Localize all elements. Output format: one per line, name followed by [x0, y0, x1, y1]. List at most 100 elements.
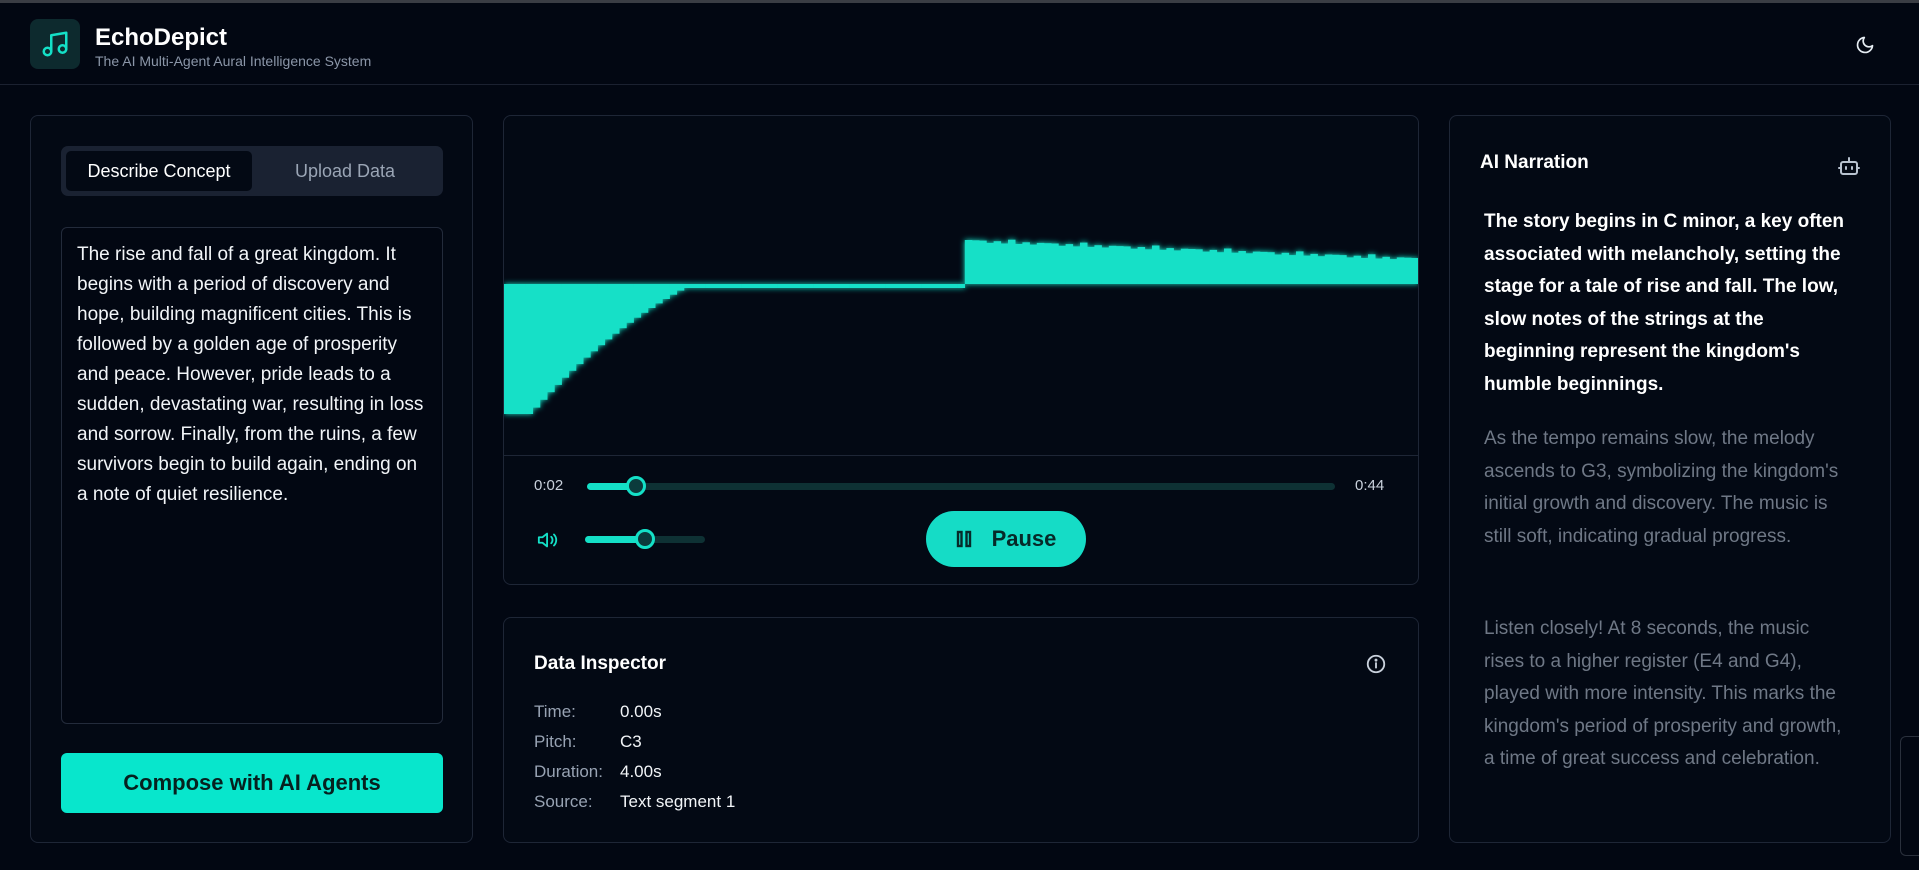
total-time: 0:44 [1355, 477, 1385, 494]
visualizer-bar [1173, 250, 1182, 284]
visualizer-bar [1324, 254, 1333, 284]
concept-textarea[interactable]: The rise and fall of a great kingdom. It… [61, 227, 443, 724]
theme-toggle-button[interactable] [1851, 31, 1879, 59]
inspector-label: Pitch: [534, 732, 577, 751]
info-button[interactable] [1365, 653, 1387, 675]
compose-button[interactable]: Compose with AI Agents [61, 753, 443, 813]
visualizer-bar [885, 284, 894, 288]
visualizer-bar [1332, 254, 1340, 284]
scrollbar-handle[interactable] [1900, 736, 1919, 856]
volume-thumb[interactable] [635, 529, 655, 549]
visualizer-bar [669, 284, 678, 295]
visualizer-bar [1260, 251, 1268, 284]
progress-slider[interactable] [587, 476, 1335, 496]
volume-slider[interactable] [585, 529, 705, 549]
visualizer-bar [979, 240, 987, 284]
visualizer-bar [1368, 254, 1376, 284]
visualizer-bar [518, 284, 526, 414]
visualizer-bar [900, 284, 908, 288]
visualizer-bar [633, 284, 642, 318]
moon-icon [1856, 36, 1874, 54]
visualizer-bar [554, 284, 562, 385]
tab-upload-data[interactable]: Upload Data [252, 151, 438, 191]
pause-button[interactable]: Pause [926, 511, 1086, 567]
visualizer-bar [1231, 252, 1239, 284]
visualizer-bar [1065, 244, 1074, 284]
inspector-label: Duration: [534, 762, 603, 781]
inspector-value: 0.00s [620, 702, 662, 721]
visualizer-bar [849, 284, 858, 288]
visualizer-bar [813, 284, 822, 288]
bot-icon [1838, 157, 1860, 175]
visualizer-bar [748, 284, 757, 288]
visualizer-bar [763, 284, 771, 288]
inspector-title: Data Inspector [534, 653, 666, 674]
visualizer-bar [511, 284, 519, 414]
visualizer-bar [561, 284, 570, 378]
visualizer-bar [576, 284, 584, 365]
visualizer-bar [1188, 249, 1196, 284]
visualizer-bar [597, 284, 606, 346]
input-mode-tabs: Describe Concept Upload Data [61, 146, 443, 196]
visualizer-divider [504, 455, 1418, 456]
player-panel: 0:02 0:44 Pause [503, 115, 1419, 585]
narration-bot-button[interactable] [1837, 154, 1861, 178]
narration-title: AI Narration [1480, 152, 1589, 173]
visualizer-bar [1137, 247, 1146, 284]
visualizer-bar [1317, 256, 1326, 284]
visualizer-bar [1029, 244, 1038, 284]
visualizer-bar [986, 242, 994, 284]
visualizer-bar [1346, 257, 1354, 284]
visualizer-bar [1382, 256, 1390, 284]
progress-thumb[interactable] [625, 476, 646, 496]
visualizer-bar [1000, 243, 1009, 284]
visualizer-bar [684, 284, 692, 288]
visualizer-bar [820, 284, 829, 288]
visualizer-bar [583, 284, 591, 358]
visualizer-bar [871, 284, 879, 288]
visualizer-bar [1072, 246, 1081, 284]
visualizer-bar [1159, 249, 1167, 284]
visualizer-bar [792, 284, 800, 288]
inspector-label: Time: [534, 702, 576, 721]
visualizer-bar [712, 284, 721, 288]
volume-button[interactable] [537, 529, 559, 551]
tab-describe-concept[interactable]: Describe Concept [66, 151, 252, 191]
visualizer-bar [972, 240, 980, 284]
visualizer-bar [1245, 253, 1254, 284]
visualizer-bar [1238, 251, 1246, 284]
visualizer-bar [1008, 239, 1016, 284]
inspector-row-time: Time: 0.00s [534, 702, 662, 722]
inspector-value: 4.00s [620, 762, 662, 781]
visualizer-bar [648, 284, 656, 308]
inspector-row-source: Source: Text segment 1 [534, 792, 735, 812]
visualizer-bar [734, 284, 742, 288]
visualizer-bar [568, 284, 577, 371]
visualizer-bar [590, 284, 598, 352]
visualizer-bar [943, 284, 951, 288]
visualizer-bar [1051, 243, 1059, 284]
visualizer-bar [964, 240, 973, 284]
visualizer-bar [547, 284, 555, 393]
visualizer-bar [612, 284, 620, 334]
visualizer-bar [1310, 253, 1318, 284]
visualizer-bar [1252, 251, 1261, 284]
visualizer-bar [604, 284, 613, 340]
visualizer-bar [741, 284, 750, 288]
visualizer-bar [907, 284, 915, 288]
visualizer-bar [532, 284, 541, 408]
visualizer-bar [777, 284, 786, 288]
visualizer-bar [691, 284, 699, 288]
visualizer-bar [1094, 245, 1102, 284]
visualizer-bar [784, 284, 793, 288]
visualizer-bar [1152, 245, 1160, 284]
visualizer-bar [1058, 245, 1066, 284]
visualizer-bar [842, 284, 850, 288]
visualizer-bar [856, 284, 865, 288]
visualizer-bar [1404, 257, 1412, 284]
visualizer-bar [1166, 248, 1174, 284]
visualizer-bar [540, 284, 548, 400]
visualizer-bar [1087, 246, 1095, 284]
concept-panel: Describe Concept Upload Data The rise an… [30, 115, 473, 843]
visualizer-bar [1144, 249, 1153, 284]
